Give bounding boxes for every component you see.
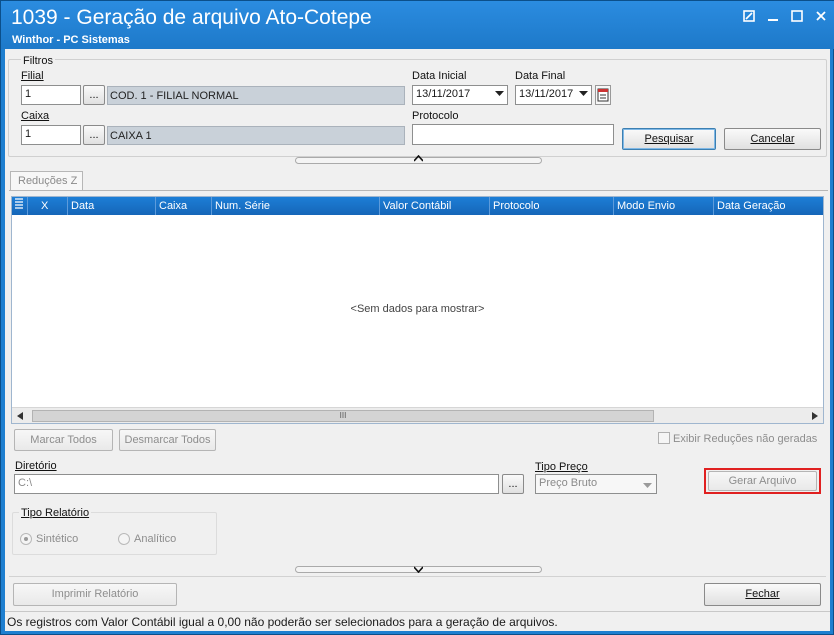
status-bar: Os registros com Valor Contábil igual a … — [5, 611, 830, 631]
caixa-lookup-button[interactable]: ... — [83, 125, 105, 145]
window-subtitle: Winthor - PC Sistemas — [12, 34, 130, 46]
horizontal-scrollbar[interactable]: III — [12, 407, 823, 423]
caixa-input[interactable]: 1 — [21, 125, 81, 145]
fechar-label: Fechar — [745, 588, 780, 600]
column-header-data-geracao[interactable]: Data Geração — [714, 197, 823, 215]
grid-header: X Data Caixa Num. Série Valor Contábil P… — [12, 197, 823, 215]
column-header-protocolo[interactable]: Protocolo — [490, 197, 614, 215]
chevron-down-icon[interactable] — [579, 89, 588, 101]
data-inicial-label: Data Inicial — [412, 70, 467, 82]
column-header-caixa[interactable]: Caixa — [156, 197, 212, 215]
chevron-up-icon[interactable] — [413, 154, 424, 166]
cancelar-button[interactable]: Cancelar — [724, 128, 821, 150]
filial-label: Filial — [21, 70, 44, 82]
diretorio-browse-button[interactable]: ... — [502, 474, 524, 494]
restore-icon[interactable] — [741, 9, 757, 25]
filtros-label: Filtros — [21, 55, 55, 67]
caixa-label: Caixa — [21, 110, 50, 122]
protocolo-label: Protocolo — [412, 110, 459, 122]
tipo-preco-value: Preço Bruto — [539, 477, 598, 489]
analitico-radio[interactable] — [118, 533, 130, 545]
analitico-label: Analítico — [134, 533, 177, 545]
pesquisar-label: Pesquisar — [644, 133, 694, 145]
exibir-reducoes-checkbox[interactable] — [658, 432, 670, 444]
client-area: Filtros Filial 1 ... COD. 1 - FILIAL NOR… — [5, 49, 830, 631]
calendar-icon[interactable] — [595, 85, 611, 105]
column-header-modo-envio[interactable]: Modo Envio — [614, 197, 714, 215]
column-header-valor-contabil[interactable]: Valor Contábil — [380, 197, 490, 215]
tipo-preco-label: Tipo Preço — [535, 461, 588, 473]
exibir-reducoes-label: Exibir Reduções não geradas — [673, 433, 818, 445]
filial-description: COD. 1 - FILIAL NORMAL — [107, 86, 405, 105]
data-inicial-input[interactable]: 13/11/2017 — [412, 85, 508, 105]
bottom-splitter[interactable] — [295, 564, 542, 576]
radio-selected-dot — [24, 537, 28, 541]
data-final-input[interactable]: 13/11/2017 — [515, 85, 592, 105]
tab-reducoes-z-label: Reduções Z — [18, 175, 78, 187]
imprimir-relatorio-button[interactable]: Imprimir Relatório — [13, 583, 177, 606]
data-final-value: 13/11/2017 — [519, 88, 574, 100]
scroll-left-icon[interactable] — [17, 411, 23, 423]
fechar-button[interactable]: Fechar — [704, 583, 821, 606]
chevron-down-icon[interactable] — [643, 480, 652, 492]
data-inicial-value: 13/11/2017 — [416, 88, 471, 100]
chevron-down-icon[interactable] — [413, 564, 424, 576]
column-chooser-icon[interactable] — [12, 197, 28, 215]
tab-reducoes-z[interactable]: Reduções Z — [10, 171, 83, 191]
column-header-num-serie[interactable]: Num. Série — [212, 197, 380, 215]
scroll-right-icon[interactable] — [812, 411, 818, 423]
bottom-divider — [9, 576, 826, 577]
filters-splitter[interactable] — [295, 154, 542, 166]
column-header-data[interactable]: Data — [68, 197, 156, 215]
diretorio-input[interactable]: C:\ — [14, 474, 499, 494]
marcar-todos-button[interactable]: Marcar Todos — [14, 429, 113, 451]
minimize-icon[interactable] — [765, 9, 781, 25]
tipo-relatorio-text: Tipo Relatório — [21, 507, 90, 519]
column-header-x[interactable]: X — [28, 197, 68, 215]
grid-empty-message: <Sem dados para mostrar> — [350, 303, 485, 315]
protocolo-input[interactable] — [412, 124, 614, 145]
tipo-preco-select[interactable]: Preço Bruto — [535, 474, 657, 494]
desmarcar-todos-button[interactable]: Desmarcar Todos — [119, 429, 216, 451]
diretorio-label: Diretório — [15, 460, 57, 472]
caixa-description: CAIXA 1 — [107, 126, 405, 145]
pesquisar-button[interactable]: Pesquisar — [622, 128, 716, 150]
chevron-down-icon[interactable] — [495, 89, 504, 101]
gerar-arquivo-button[interactable]: Gerar Arquivo — [708, 471, 817, 491]
scroll-thumb[interactable]: III — [32, 410, 654, 422]
filial-input[interactable]: 1 — [21, 85, 81, 105]
maximize-icon[interactable] — [789, 9, 805, 25]
window-title: 1039 - Geração de arquivo Ato-Cotepe — [11, 6, 372, 29]
sintetico-radio[interactable] — [20, 533, 32, 545]
tipo-relatorio-label: Tipo Relatório — [19, 507, 92, 519]
sintetico-label: Sintético — [36, 533, 79, 545]
title-bar: 1039 - Geração de arquivo Ato-Cotepe Win… — [1, 1, 834, 49]
close-icon[interactable] — [813, 9, 829, 25]
data-final-label: Data Final — [515, 70, 566, 82]
app-window: 1039 - Geração de arquivo Ato-Cotepe Win… — [0, 0, 834, 635]
tab-divider — [9, 190, 828, 191]
filial-lookup-button[interactable]: ... — [83, 85, 105, 105]
reducoes-grid[interactable]: X Data Caixa Num. Série Valor Contábil P… — [11, 196, 824, 424]
cancelar-label: Cancelar — [750, 133, 795, 145]
